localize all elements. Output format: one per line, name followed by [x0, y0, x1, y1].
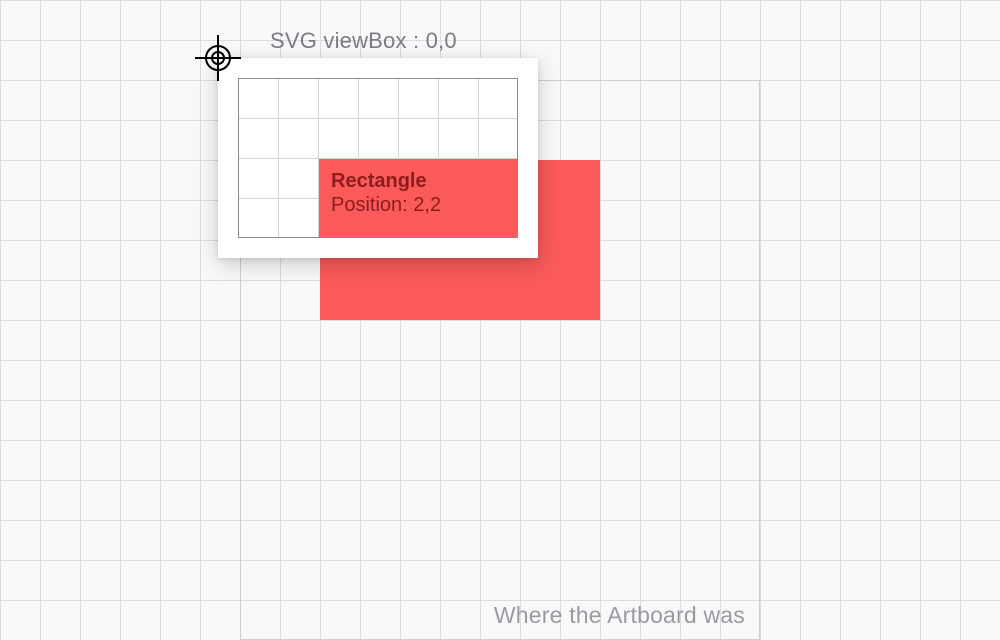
artboard-label: Where the Artboard was — [494, 602, 745, 629]
rectangle-position: Position: 2,2 — [331, 193, 505, 217]
popover-card: Rectangle Position: 2,2 — [218, 58, 538, 258]
popover-inner-rectangle: Rectangle Position: 2,2 — [319, 159, 517, 237]
svg-viewbox-popover: SVG viewBox : 0,0 Rectangle Position: 2,… — [218, 58, 538, 258]
popover-grid: Rectangle Position: 2,2 — [238, 78, 518, 238]
viewbox-label: SVG viewBox : 0,0 — [270, 28, 457, 54]
origin-crosshair-icon — [195, 35, 241, 81]
rectangle-title: Rectangle — [331, 169, 505, 193]
